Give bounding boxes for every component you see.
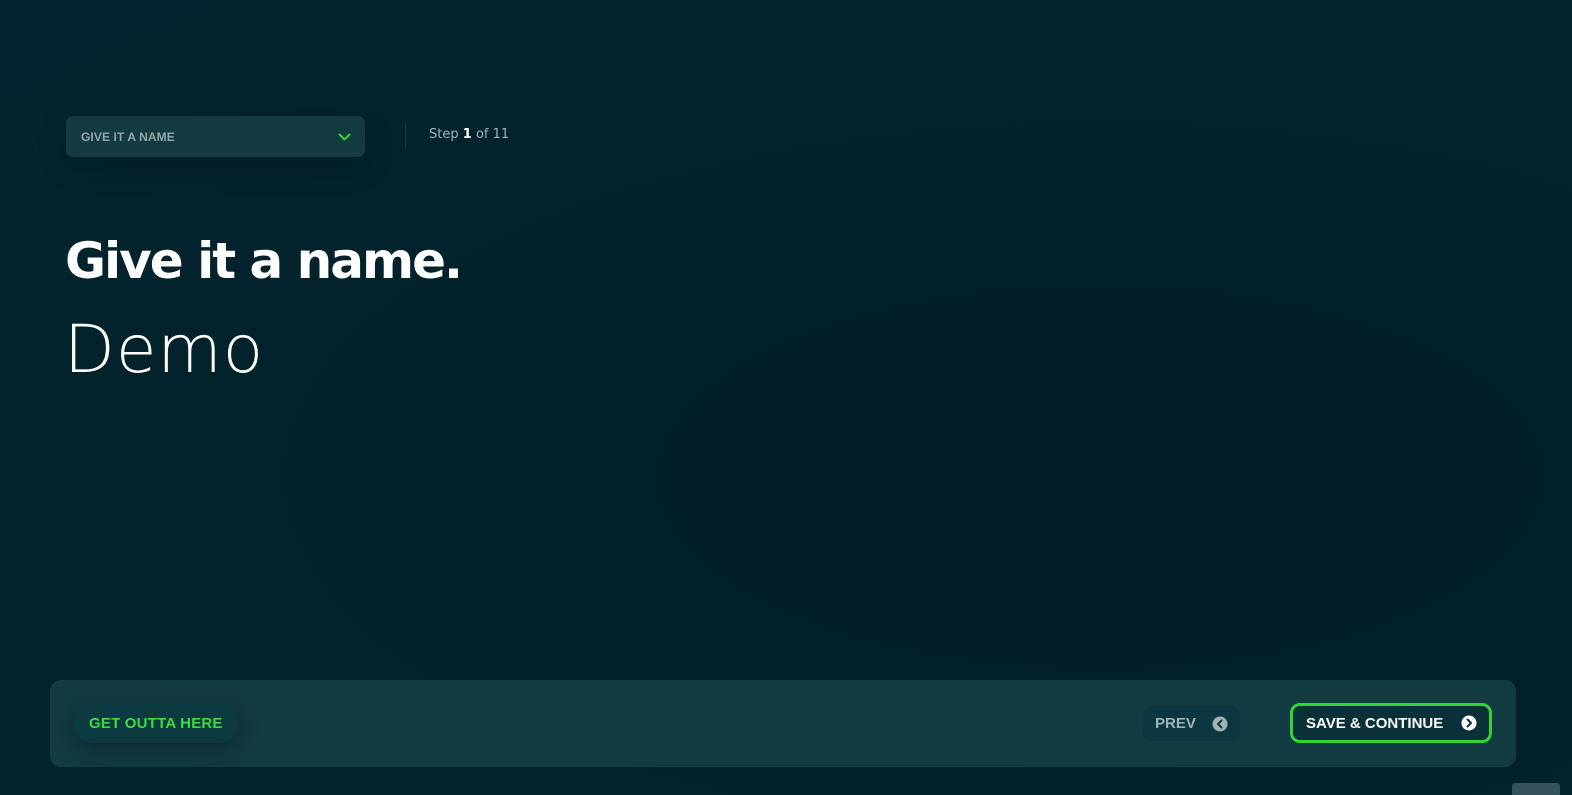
prev-button[interactable]: PREV <box>1143 706 1240 741</box>
current-step-number: 1 <box>462 127 472 142</box>
header-divider <box>405 123 406 149</box>
corner-widget-tab[interactable] <box>1512 783 1560 795</box>
chevron-down-icon <box>337 132 351 142</box>
exit-button[interactable]: GET OUTTA HERE <box>75 705 237 741</box>
name-input[interactable] <box>64 306 964 392</box>
step-dropdown[interactable]: GIVE IT A NAME <box>66 116 365 157</box>
chevron-right-circle-icon <box>1461 715 1477 731</box>
step-dropdown-label: GIVE IT A NAME <box>81 129 175 144</box>
step-total: of 11 <box>475 127 510 142</box>
step-counter: Step 1 of 11 <box>429 127 509 142</box>
save-continue-label: SAVE & CONTINUE <box>1306 714 1444 732</box>
chevron-left-circle-icon <box>1212 716 1228 732</box>
save-continue-button[interactable]: SAVE & CONTINUE <box>1290 703 1492 743</box>
action-bar: GET OUTTA HERE PREV SAVE & CONTINUE <box>50 680 1516 767</box>
prev-button-label: PREV <box>1155 715 1196 732</box>
step-prefix: Step <box>429 127 459 142</box>
page-title: Give it a name. <box>65 232 463 290</box>
